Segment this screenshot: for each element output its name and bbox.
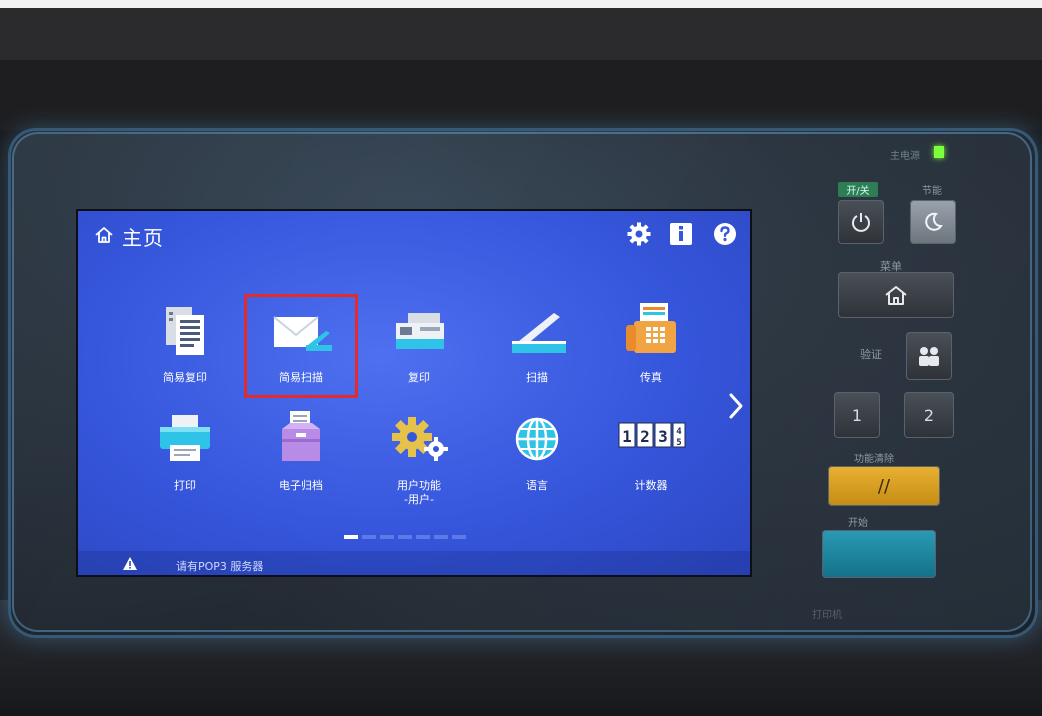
status-message: 请有POP3 服务器 (176, 560, 264, 573)
tile-document-box[interactable]: 电子归档 (246, 409, 356, 509)
menu-home-button[interactable] (838, 272, 954, 318)
counter-digit-2: 2 (640, 427, 650, 446)
tile-label: 电子归档 (279, 479, 323, 492)
energy-save-label: 节能 (922, 186, 942, 197)
counter-icon: 1 2 3 4 5 (618, 422, 686, 448)
reset-button[interactable]: // (828, 466, 940, 506)
tile-label: 简易复印 (163, 371, 207, 384)
next-page-arrow-icon[interactable] (726, 391, 746, 421)
tile-fax[interactable]: 传真 (596, 301, 706, 401)
main-power-label: 主电源 (890, 151, 920, 162)
tile-label: 用户功能 -用户- (397, 479, 441, 506)
screen-header: 主页 (78, 211, 750, 257)
auth-label: 验证 (860, 348, 882, 361)
page-title: 主页 (122, 226, 164, 250)
tile-simple-copy[interactable]: 简易复印 (130, 301, 240, 401)
power-button[interactable] (838, 200, 884, 244)
warning-icon (123, 557, 137, 570)
page-dot-active (344, 535, 358, 539)
page-dot (398, 535, 412, 539)
counter-digit-4: 4 (676, 427, 682, 437)
tile-scan[interactable]: 扫描 (482, 301, 592, 401)
background-top (0, 0, 1042, 130)
tile-label: 复印 (408, 371, 430, 384)
home-icon (885, 286, 907, 305)
tile-language[interactable]: 语言 (482, 409, 592, 509)
users-icon (919, 347, 939, 366)
power-icon (852, 213, 870, 232)
printer-label: 打印机 (812, 610, 842, 621)
status-bar[interactable]: 请有POP3 服务器 (78, 551, 750, 575)
settings-gear-icon[interactable] (626, 221, 652, 247)
tile-label: 打印 (174, 479, 196, 492)
fax-icon (626, 303, 676, 353)
page-dot (362, 535, 376, 539)
on-off-label: 开/关 (838, 182, 878, 197)
moon-icon (925, 212, 943, 231)
copier-icon (396, 313, 444, 349)
page-dot (380, 535, 394, 539)
printer-icon (160, 415, 210, 461)
key-2-button[interactable]: 2 (904, 392, 954, 438)
tile-user-tools[interactable]: 用户功能 -用户- (364, 409, 474, 509)
page-dot (452, 535, 466, 539)
tile-label: 语言 (526, 479, 548, 492)
counter-digit-1: 1 (622, 427, 632, 446)
tile-label: 扫描 (526, 371, 548, 384)
reset-label: 功能清除 (854, 454, 894, 465)
scanner-icon (512, 313, 566, 353)
page-indicator (344, 535, 466, 539)
page-dot (434, 535, 448, 539)
page-dot (416, 535, 430, 539)
selection-highlight (244, 294, 358, 398)
tile-copy[interactable]: 复印 (364, 301, 474, 401)
start-label: 开始 (848, 518, 868, 529)
tile-label: 计数器 (634, 479, 668, 492)
key-1-button[interactable]: 1 (834, 392, 880, 438)
home-icon[interactable] (94, 225, 114, 245)
box-archive-icon (282, 411, 320, 461)
tile-label: 传真 (640, 371, 662, 384)
gears-icon (392, 417, 448, 461)
counter-digit-5: 5 (676, 438, 681, 448)
tile-counter[interactable]: 1 2 3 4 5 计数器 (596, 409, 706, 509)
counter-digit-3: 3 (658, 427, 668, 446)
touch-screen: 主页 简易复印 简易扫描 复印 扫描 传真 打印 电子归档 用户功能 -用户- … (76, 209, 752, 577)
info-icon[interactable] (668, 221, 694, 247)
authentication-button[interactable] (906, 332, 952, 380)
energy-save-button[interactable] (910, 200, 956, 244)
tile-print[interactable]: 打印 (130, 409, 240, 509)
start-button[interactable] (822, 530, 936, 578)
main-power-led (934, 146, 944, 158)
document-copy-icon (166, 307, 204, 355)
help-icon[interactable] (712, 221, 738, 247)
globe-icon (515, 417, 559, 461)
